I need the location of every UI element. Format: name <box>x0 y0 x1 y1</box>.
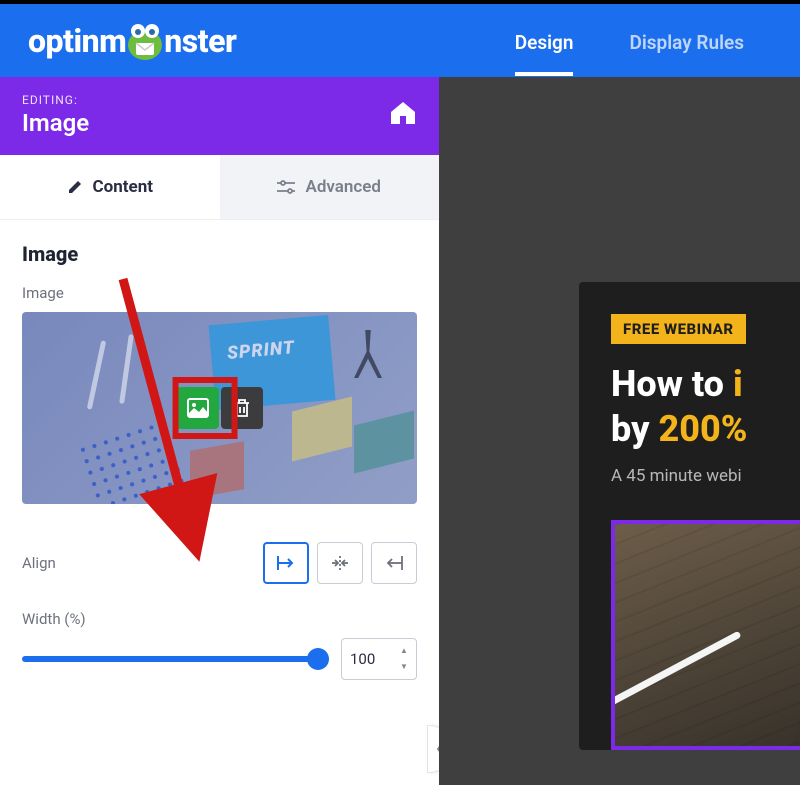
tab-advanced-label: Advanced <box>305 177 381 197</box>
mascot-icon <box>124 19 166 63</box>
top-nav: Design Display Rules <box>487 6 772 76</box>
popup-title-part-1: How to <box>611 363 733 405</box>
sidebar-tabs: Content Advanced <box>0 155 439 220</box>
align-group <box>263 542 417 584</box>
tab-content[interactable]: Content <box>0 155 220 219</box>
align-right-icon <box>384 554 404 572</box>
preview-actions <box>177 387 263 429</box>
top-bar: optinm nster Design Display Rules <box>0 0 800 77</box>
align-center-icon <box>329 554 351 572</box>
align-center-button[interactable] <box>317 542 363 584</box>
popup-card[interactable]: FREE WEBINAR How to i by 200% A 45 minut… <box>579 282 800 750</box>
popup-title-accent-2: 200% <box>658 408 747 450</box>
popup-subtitle[interactable]: A 45 minute webi <box>611 466 800 486</box>
image-section: Image Image SPRINT <box>0 220 439 532</box>
popup-title-part-2: by <box>611 408 658 450</box>
width-step-down[interactable]: ▼ <box>400 663 412 671</box>
popup-title[interactable]: How to i by 200% <box>611 362 800 452</box>
sliders-icon <box>277 180 295 194</box>
image-preview[interactable]: SPRINT <box>22 312 417 504</box>
align-row: Align <box>0 532 439 594</box>
width-value: 100 <box>350 650 375 668</box>
align-left-button[interactable] <box>263 542 309 584</box>
width-label: Width (%) <box>22 610 417 628</box>
main: EDITING: Image Content Advanced Ima <box>0 77 800 785</box>
tab-content-label: Content <box>93 177 153 197</box>
popup-title-accent-1: i <box>733 363 743 405</box>
brand-logo: optinm nster <box>28 19 236 63</box>
replace-image-button[interactable] <box>177 387 219 429</box>
replace-image-icon <box>187 398 209 418</box>
sidebar: EDITING: Image Content Advanced Ima <box>0 77 439 785</box>
home-button[interactable] <box>389 100 417 130</box>
width-input[interactable]: 100 ▲ ▼ <box>341 638 417 680</box>
brand-text-left: optinm <box>28 22 126 60</box>
delete-image-button[interactable] <box>221 387 263 429</box>
pencil-icon <box>67 179 83 195</box>
canvas[interactable]: FREE WEBINAR How to i by 200% A 45 minut… <box>439 77 800 785</box>
image-field-label: Image <box>22 284 417 302</box>
brand-text-right: nster <box>164 22 236 60</box>
width-row: Width (%) 100 ▲ ▼ <box>0 594 439 696</box>
delete-image-icon <box>233 398 251 418</box>
section-title: Image <box>22 242 417 266</box>
popup-image-block[interactable] <box>611 520 800 750</box>
editing-title: Image <box>22 109 89 137</box>
tab-design[interactable]: Design <box>487 6 602 76</box>
editing-label: EDITING: <box>22 93 89 107</box>
tab-advanced[interactable]: Advanced <box>220 155 440 219</box>
editing-banner: EDITING: Image <box>0 77 439 155</box>
tab-display-rules[interactable]: Display Rules <box>601 6 772 76</box>
width-slider[interactable] <box>22 656 327 662</box>
home-icon <box>389 100 417 126</box>
align-left-icon <box>276 554 296 572</box>
slider-thumb[interactable] <box>307 648 329 670</box>
align-label: Align <box>22 554 263 572</box>
width-step-up[interactable]: ▲ <box>400 647 412 655</box>
align-right-button[interactable] <box>371 542 417 584</box>
popup-badge: FREE WEBINAR <box>611 314 746 344</box>
